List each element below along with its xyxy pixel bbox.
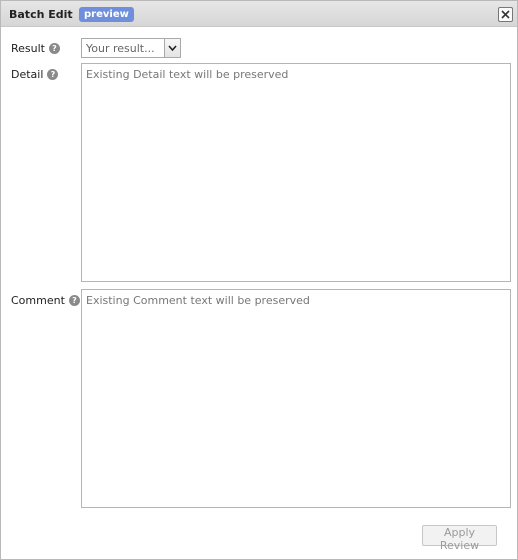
detail-textarea[interactable] (81, 63, 511, 282)
question-circle-icon[interactable]: ? (68, 295, 80, 306)
close-button[interactable] (498, 7, 513, 22)
detail-label: Detail (11, 68, 44, 81)
comment-textarea[interactable] (81, 289, 511, 508)
question-circle-icon[interactable]: ? (47, 69, 59, 80)
result-label-group: Result ? (11, 42, 60, 55)
dialog-titlebar: Batch Edit preview (1, 1, 517, 27)
question-circle-icon[interactable]: ? (49, 43, 60, 54)
chevron-down-icon[interactable] (164, 39, 180, 57)
close-icon (501, 10, 510, 19)
result-select-value: Your result... (86, 42, 155, 55)
comment-label: Comment (11, 294, 65, 307)
preview-badge: preview (79, 7, 134, 22)
batch-edit-dialog: Batch Edit preview Result ? Your result.… (0, 0, 518, 560)
result-select[interactable]: Your result... (81, 38, 181, 58)
dialog-title: Batch Edit (9, 8, 73, 21)
detail-label-group: Detail ? (11, 68, 59, 81)
comment-label-group: Comment ? (11, 294, 80, 307)
result-label: Result (11, 42, 45, 55)
apply-review-button[interactable]: Apply Review (422, 525, 497, 552)
